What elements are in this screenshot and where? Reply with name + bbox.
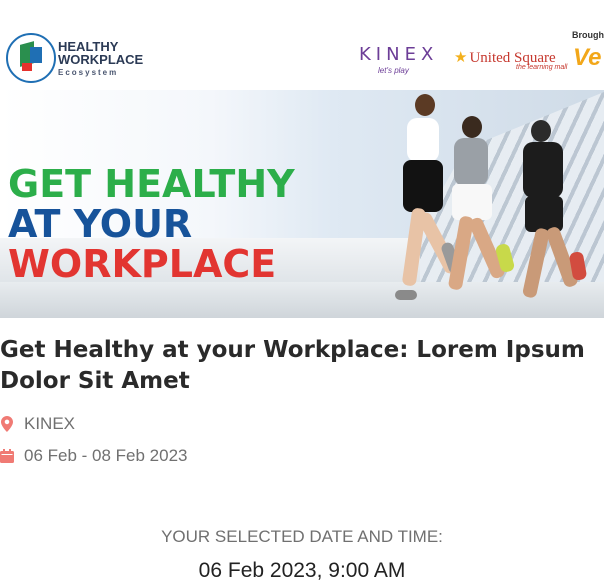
kinex-logo: KINEX [359, 44, 439, 65]
logo-line-3: Ecosystem [58, 68, 119, 77]
event-location-text: KINEX [24, 414, 76, 433]
selected-datetime-label: YOUR SELECTED DATE AND TIME: [161, 527, 443, 546]
calendar-icon [0, 449, 14, 463]
healthy-workplace-logo-icon [6, 33, 56, 83]
headline-line-1: GET HEALTHY [8, 162, 295, 206]
ve-logo-icon: Ve [573, 44, 602, 71]
event-dates: 06 Feb - 08 Feb 2023 [0, 446, 188, 466]
headline-line-3: WORKPLACE [8, 242, 277, 286]
runner-figure [515, 118, 600, 308]
event-location: KINEX [0, 414, 75, 434]
banner-headline: GET HEALTHY AT YOUR WORKPLACE [8, 164, 295, 284]
healthy-workplace-logo-text: HEALTHY WORKPLACE Ecosystem [58, 40, 143, 79]
event-banner: HEALTHY WORKPLACE Ecosystem KINEX let's … [0, 0, 604, 318]
headline-line-2: AT YOUR [8, 202, 193, 246]
brought-by-label: Brought [572, 30, 604, 40]
event-title: Get Healthy at your Workplace: Lorem Ips… [0, 337, 585, 394]
logo-line-2: WORKPLACE [58, 52, 144, 67]
star-icon: ★ [454, 50, 468, 66]
map-pin-icon [0, 416, 14, 432]
selected-datetime-value: 06 Feb 2023, 9:00 AM [198, 559, 406, 582]
kinex-tagline: let's play [378, 66, 409, 75]
united-square-tagline: the learning mall [516, 64, 568, 71]
event-date-range: 06 Feb - 08 Feb 2023 [24, 446, 188, 465]
